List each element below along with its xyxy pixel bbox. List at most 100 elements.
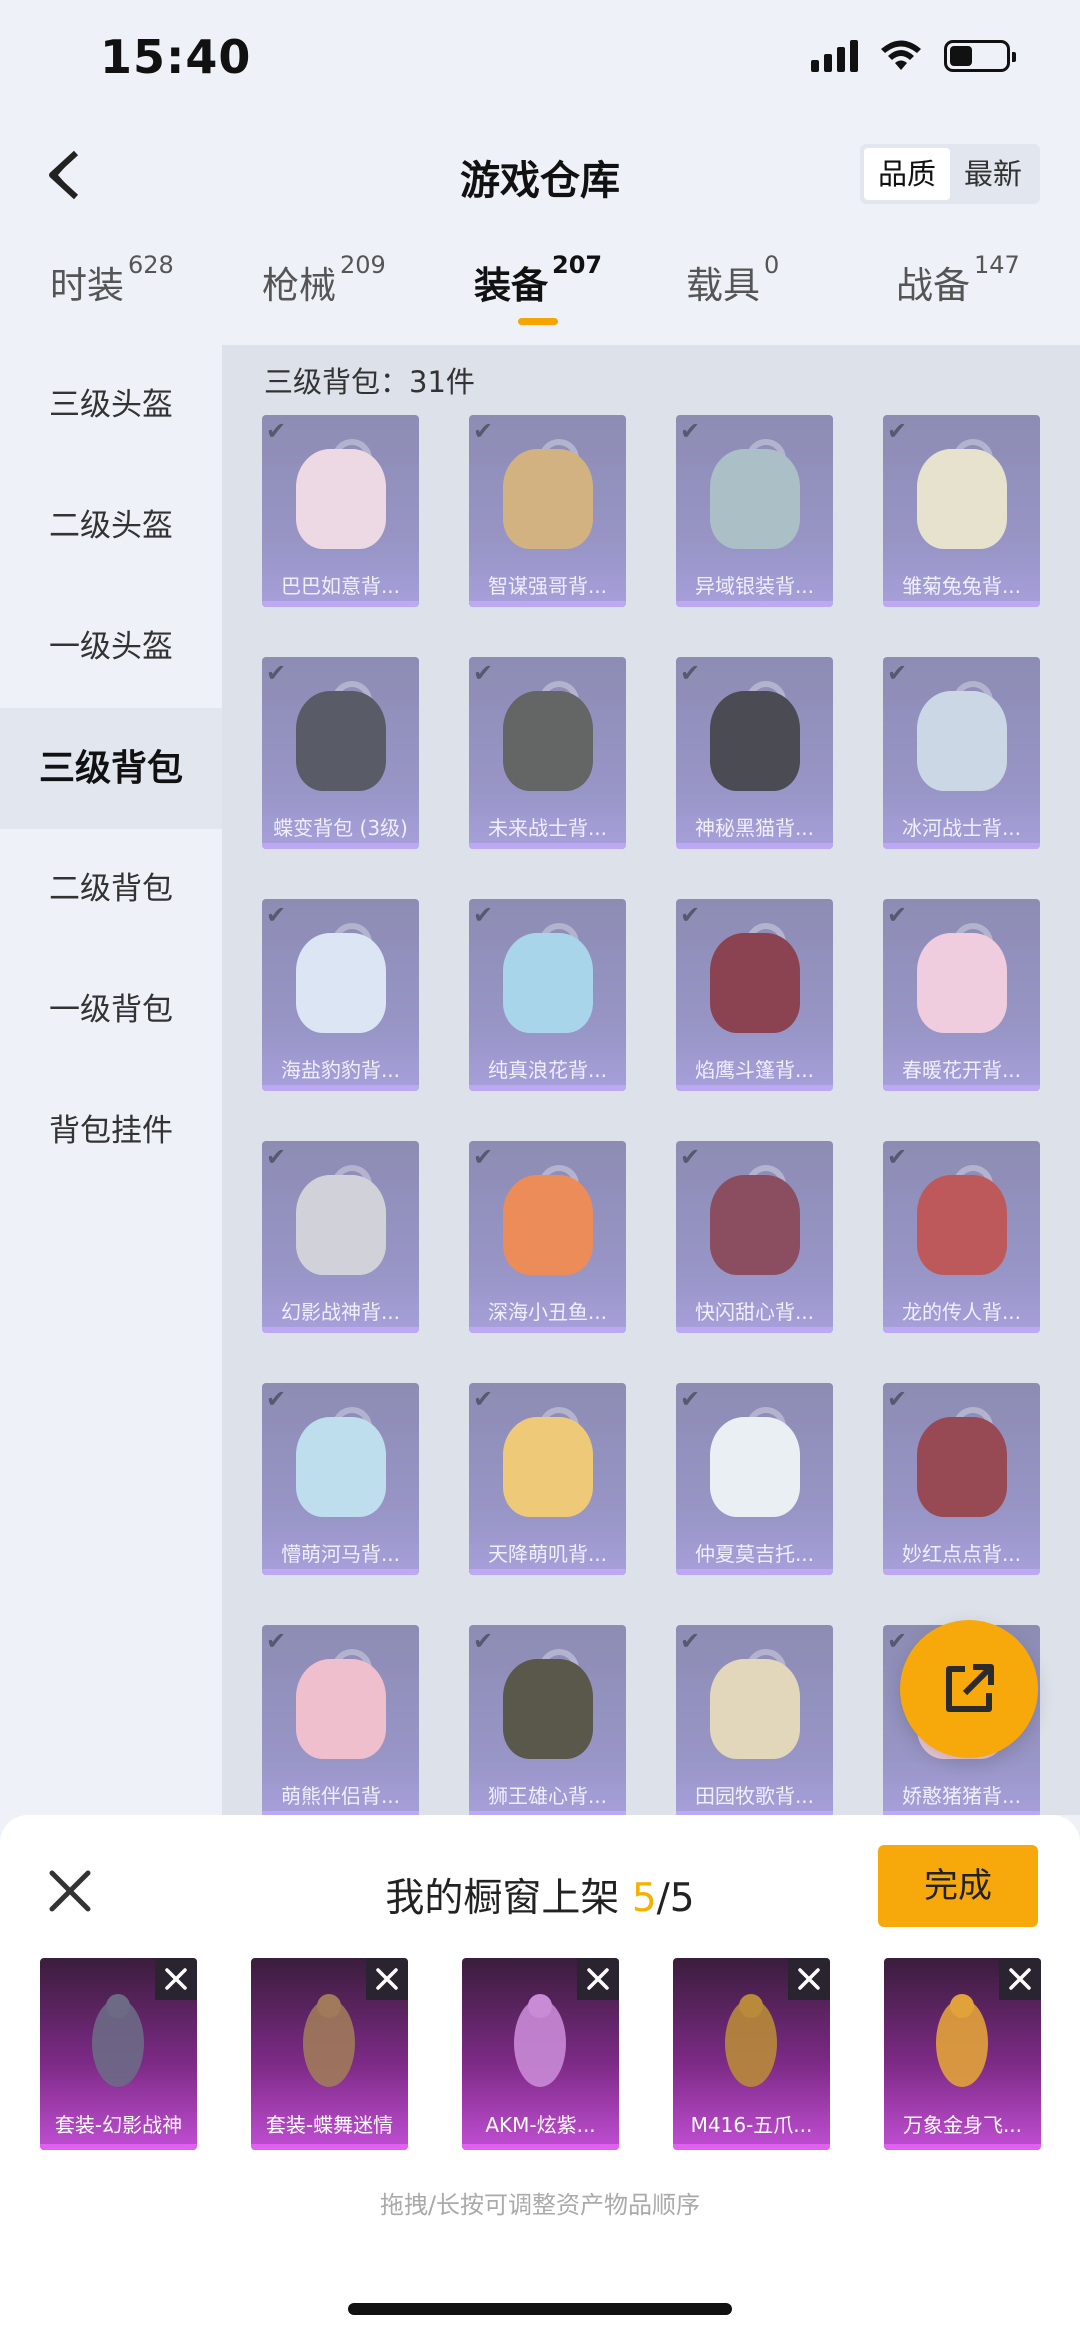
backpack-icon bbox=[296, 449, 386, 549]
check-icon: ✔ bbox=[473, 1143, 494, 1171]
showcase-item[interactable]: AKM-炫紫... bbox=[462, 1958, 619, 2150]
backpack-icon bbox=[503, 1659, 593, 1759]
showcase-item[interactable]: 套装-蝶舞迷情 bbox=[251, 1958, 408, 2150]
tab-supplies[interactable]: 战备 147 bbox=[896, 251, 1020, 309]
tab-weapons[interactable]: 枪械 209 bbox=[262, 251, 386, 309]
item-card[interactable]: ✔ 懵萌河马背... bbox=[262, 1383, 419, 1575]
quality-bar bbox=[262, 843, 419, 849]
item-name: 冰河战士背... bbox=[901, 816, 1022, 840]
tab-count: 207 bbox=[552, 251, 603, 279]
quality-bar bbox=[676, 601, 833, 607]
item-name: 懵萌河马背... bbox=[280, 1542, 401, 1566]
category-tabs: 时装 628 枪械 209 装备 207 载具 0 战备 147 bbox=[0, 251, 1080, 335]
item-card[interactable]: ✔ 仲夏莫吉托... bbox=[676, 1383, 833, 1575]
active-tab-indicator bbox=[518, 318, 559, 325]
quality-bar bbox=[40, 2144, 197, 2150]
backpack-icon bbox=[503, 691, 593, 791]
signal-icon bbox=[811, 40, 858, 72]
quality-bar bbox=[883, 1085, 1040, 1091]
showcase-item[interactable]: 套装-幻影战神 bbox=[40, 1958, 197, 2150]
item-name: 天降萌叽背... bbox=[487, 1542, 608, 1566]
item-card[interactable]: ✔ 萌熊伴侣背... bbox=[262, 1625, 419, 1815]
reorder-hint: 拖拽/长按可调整资产物品顺序 bbox=[379, 2191, 701, 2219]
item-card[interactable]: ✔ 春暖花开背... bbox=[883, 899, 1040, 1091]
showcase-sheet: 我的橱窗上架 5/5 完成 套装-幻影战神 套装-蝶舞迷情 AKM-炫紫... M41… bbox=[0, 1815, 1080, 2337]
battery-icon bbox=[944, 40, 1016, 72]
home-indicator bbox=[348, 2303, 732, 2315]
quality-bar bbox=[676, 843, 833, 849]
sidebar-item-level3-backpack[interactable]: 三级背包 bbox=[0, 708, 222, 829]
sidebar-item-level3-helmet[interactable]: 三级头盔 bbox=[0, 345, 222, 466]
item-card[interactable]: ✔ 龙的传人背... bbox=[883, 1141, 1040, 1333]
item-card[interactable]: ✔ 冰河战士背... bbox=[883, 657, 1040, 849]
item-card[interactable]: ✔ 海盐豹豹背... bbox=[262, 899, 419, 1091]
sort-option-quality[interactable]: 品质 bbox=[864, 148, 950, 200]
item-card[interactable]: ✔ 妙红点点背... bbox=[883, 1383, 1040, 1575]
showcase-item-name: AKM-炫紫... bbox=[485, 2113, 596, 2137]
item-name: 神秘黑猫背... bbox=[694, 816, 815, 840]
sidebar-item-level2-backpack[interactable]: 二级背包 bbox=[0, 829, 222, 950]
sort-toggle: 品质 最新 bbox=[860, 144, 1040, 204]
item-art bbox=[514, 1994, 566, 2087]
check-icon: ✔ bbox=[680, 1143, 701, 1171]
header: 游戏仓库 品质 最新 bbox=[0, 130, 1080, 220]
item-card[interactable]: ✔ 神秘黑猫背... bbox=[676, 657, 833, 849]
item-card[interactable]: ✔ 天降萌叽背... bbox=[469, 1383, 626, 1575]
backpack-icon bbox=[296, 1175, 386, 1275]
done-button[interactable]: 完成 bbox=[878, 1845, 1038, 1927]
tab-equipment[interactable]: 装备 207 bbox=[474, 251, 602, 325]
tab-fashion[interactable]: 时装 628 bbox=[50, 251, 174, 309]
item-card[interactable]: ✔ 未来战士背... bbox=[469, 657, 626, 849]
sidebar-item-level1-helmet[interactable]: 一级头盔 bbox=[0, 587, 222, 708]
item-card[interactable]: ✔ 焰鹰斗篷背... bbox=[676, 899, 833, 1091]
quality-bar bbox=[884, 2144, 1041, 2150]
close-icon bbox=[165, 1968, 187, 1990]
item-name: 未来战士背... bbox=[487, 816, 608, 840]
item-card[interactable]: ✔ 蝶变背包 (3级) bbox=[262, 657, 419, 849]
showcase-item[interactable]: M416-五爪... bbox=[673, 1958, 830, 2150]
share-button[interactable] bbox=[900, 1620, 1038, 1758]
sort-option-newest[interactable]: 最新 bbox=[950, 148, 1036, 200]
quality-bar bbox=[883, 843, 1040, 849]
item-card[interactable]: ✔ 狮王雄心背... bbox=[469, 1625, 626, 1815]
tab-label: 战备 bbox=[896, 264, 970, 307]
status-icons bbox=[811, 40, 1016, 72]
tab-count: 147 bbox=[974, 251, 1020, 279]
item-name: 幻影战神背... bbox=[280, 1300, 401, 1324]
backpack-icon bbox=[710, 691, 800, 791]
backpack-icon bbox=[503, 1175, 593, 1275]
check-icon: ✔ bbox=[680, 1627, 701, 1655]
quality-bar bbox=[469, 1327, 626, 1333]
sidebar-item-level2-helmet[interactable]: 二级头盔 bbox=[0, 466, 222, 587]
item-name: 狮王雄心背... bbox=[487, 1784, 608, 1808]
quality-bar bbox=[262, 1085, 419, 1091]
check-icon: ✔ bbox=[680, 901, 701, 929]
item-card[interactable]: ✔ 巴巴如意背... bbox=[262, 415, 419, 607]
item-name: 田园牧歌背... bbox=[694, 1784, 815, 1808]
sidebar-item-backpack-charm[interactable]: 背包挂件 bbox=[0, 1071, 222, 1192]
tab-vehicles[interactable]: 载具 0 bbox=[686, 251, 779, 309]
item-name: 萌熊伴侣背... bbox=[280, 1784, 401, 1808]
item-grid-panel: 三级背包：31件 ✔ 巴巴如意背... ✔ 智谋强哥背... ✔ 异域银装背... ✔ 雏菊兔… bbox=[222, 345, 1080, 1815]
close-icon bbox=[1009, 1968, 1031, 1990]
item-card[interactable]: ✔ 田园牧歌背... bbox=[676, 1625, 833, 1815]
tab-label: 载具 bbox=[686, 264, 760, 307]
check-icon: ✔ bbox=[473, 1385, 494, 1413]
item-card[interactable]: ✔ 雏菊兔兔背... bbox=[883, 415, 1040, 607]
item-art bbox=[936, 1994, 988, 2087]
item-card[interactable]: ✔ 纯真浪花背... bbox=[469, 899, 626, 1091]
check-icon: ✔ bbox=[680, 417, 701, 445]
quality-bar bbox=[262, 601, 419, 607]
item-card[interactable]: ✔ 异域银装背... bbox=[676, 415, 833, 607]
quality-bar bbox=[469, 1085, 626, 1091]
item-card[interactable]: ✔ 深海小丑鱼... bbox=[469, 1141, 626, 1333]
sidebar-item-level1-backpack[interactable]: 一级背包 bbox=[0, 950, 222, 1071]
item-art bbox=[303, 1994, 355, 2087]
item-card[interactable]: ✔ 智谋强哥背... bbox=[469, 415, 626, 607]
tab-count: 0 bbox=[764, 251, 780, 279]
item-card[interactable]: ✔ 快闪甜心背... bbox=[676, 1141, 833, 1333]
showcase-item[interactable]: 万象金身飞... bbox=[884, 1958, 1041, 2150]
quality-bar bbox=[883, 1569, 1040, 1575]
item-card[interactable]: ✔ 幻影战神背... bbox=[262, 1141, 419, 1333]
tab-label: 装备 bbox=[474, 264, 548, 307]
